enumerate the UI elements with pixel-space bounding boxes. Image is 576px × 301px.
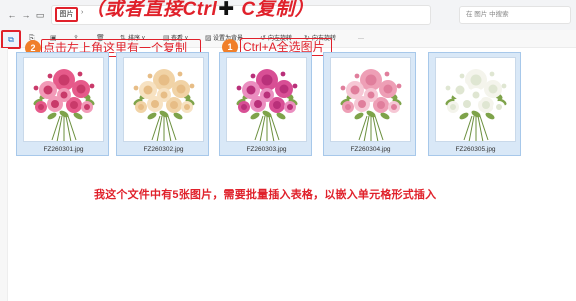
instruction-note: 我这个文件中有5张图片，需要批量插入表格，以嵌入单元格形式插入 <box>94 189 437 201</box>
plus-icon: ✚ <box>218 0 235 20</box>
file-tile[interactable]: FZ260303.jpg <box>219 52 312 156</box>
image-thumbnail <box>123 57 204 142</box>
more-options-button[interactable]: ··· <box>358 34 364 44</box>
annotation-shortcut-caption: （或者直接Ctrl✚ C复制） <box>85 0 314 23</box>
chevron-right-icon[interactable]: › <box>81 9 83 16</box>
search-input[interactable]: 在 图片 中搜索 <box>459 6 571 24</box>
caption-before: （或者直接Ctrl <box>85 0 218 20</box>
file-explorer-window: ← → ▭ 图片 › （或者直接Ctrl✚ C复制） 在 图片 中搜索 ⎘ ▣ … <box>0 0 576 301</box>
file-name: FZ260304.jpg <box>350 146 391 153</box>
monitor-icon[interactable]: ▭ <box>34 9 46 21</box>
image-thumbnail <box>435 57 516 142</box>
image-thumbnail <box>226 57 307 142</box>
image-thumbnail <box>23 57 104 142</box>
file-name: FZ260302.jpg <box>143 146 184 153</box>
forward-arrow-icon[interactable]: → <box>20 9 32 21</box>
file-name: FZ260305.jpg <box>455 146 496 153</box>
address-bar: ← → ▭ 图片 › （或者直接Ctrl✚ C复制） 在 图片 中搜索 <box>0 0 576 30</box>
file-name: FZ260303.jpg <box>246 146 287 153</box>
copy-icon: ⧉ <box>8 35 14 44</box>
image-thumbnail <box>330 57 411 142</box>
caption-after: C复制） <box>235 0 315 20</box>
file-tile[interactable]: FZ260305.jpg <box>428 52 521 156</box>
file-tile[interactable]: FZ260301.jpg <box>16 52 109 156</box>
breadcrumb-current-folder[interactable]: 图片 <box>55 7 78 22</box>
file-name: FZ260301.jpg <box>43 146 84 153</box>
file-tile[interactable]: FZ260304.jpg <box>323 52 416 156</box>
copy-button[interactable]: ⧉ <box>1 30 21 49</box>
wallpaper-icon: ▨ <box>205 35 212 42</box>
back-arrow-icon[interactable]: ← <box>6 9 18 21</box>
file-tile[interactable]: FZ260302.jpg <box>116 52 209 156</box>
navigation-pane-edge <box>0 48 8 301</box>
